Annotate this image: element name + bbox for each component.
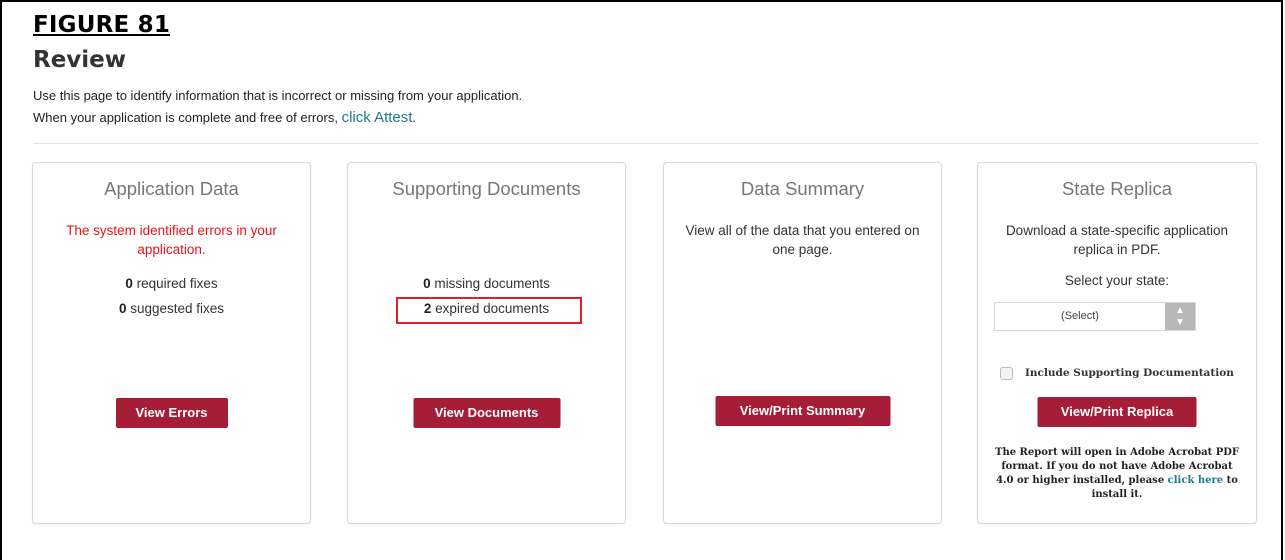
supporting-documents-card: Supporting Documents 0 missing documents… (347, 162, 626, 524)
missing-documents-count: 0 (423, 276, 431, 291)
view-print-replica-button[interactable]: View/Print Replica (1037, 397, 1197, 427)
card-title: State Replica (1061, 178, 1173, 199)
intro-line-2-suffix: . (412, 110, 417, 125)
data-summary-description: View all of the data that you entered on… (685, 223, 920, 257)
application-data-card: Application Data The system identified e… (32, 162, 311, 524)
view-documents-button[interactable]: View Documents (413, 398, 560, 428)
state-replica-card: State Replica Download a state-specific … (977, 162, 1257, 524)
figure-label: FIGURE 81 (33, 12, 171, 38)
select-arrows-icon[interactable]: ▲ ▼ (1165, 303, 1195, 330)
state-select-value: (Select) (1061, 310, 1099, 322)
error-message: The system identified errors in your app… (66, 223, 277, 257)
card-title: Application Data (104, 178, 239, 199)
required-fixes: 0 required fixes (33, 276, 310, 291)
data-summary-card: Data Summary View all of the data that y… (663, 162, 942, 524)
intro-line-2: When your application is complete and fr… (33, 107, 522, 129)
state-select[interactable]: (Select) ▲ ▼ (994, 302, 1196, 331)
include-docs-checkbox[interactable] (1000, 366, 1013, 380)
missing-documents: 0 missing documents (348, 276, 625, 291)
required-fixes-label: required fixes (136, 276, 218, 291)
view-print-summary-button[interactable]: View/Print Summary (715, 396, 890, 426)
card-title: Supporting Documents (392, 178, 581, 199)
include-docs-row: Include Supporting Documentation (1000, 365, 1234, 381)
install-acrobat-link[interactable]: click here (1168, 475, 1223, 486)
suggested-fixes-count: 0 (118, 301, 127, 316)
attest-link[interactable]: click Attest (342, 109, 413, 126)
intro-line-1: Use this page to identify information th… (33, 88, 523, 103)
expired-documents: 2 expired documents (348, 301, 625, 316)
state-replica-description: Download a state-specific application re… (1005, 223, 1229, 257)
card-title: Data Summary (740, 178, 865, 199)
intro-line-2-prefix: When your application is complete and fr… (33, 110, 338, 125)
acrobat-note: The Report will open in Adobe Acrobat PD… (992, 446, 1242, 502)
expired-documents-label: expired documents (435, 301, 550, 316)
suggested-fixes-label: suggested fixes (130, 301, 225, 316)
view-errors-button[interactable]: View Errors (115, 398, 228, 428)
page-title: Review (33, 47, 127, 73)
expired-documents-count: 2 (423, 301, 432, 316)
required-fixes-count: 0 (125, 276, 133, 291)
suggested-fixes: 0 suggested fixes (33, 301, 310, 316)
include-docs-label: Include Supporting Documentation (1025, 367, 1234, 379)
page-intro: Use this page to identify information th… (33, 85, 522, 129)
missing-documents-label: missing documents (434, 276, 550, 291)
select-state-label: Select your state: (1064, 273, 1170, 288)
section-divider (33, 143, 1258, 144)
